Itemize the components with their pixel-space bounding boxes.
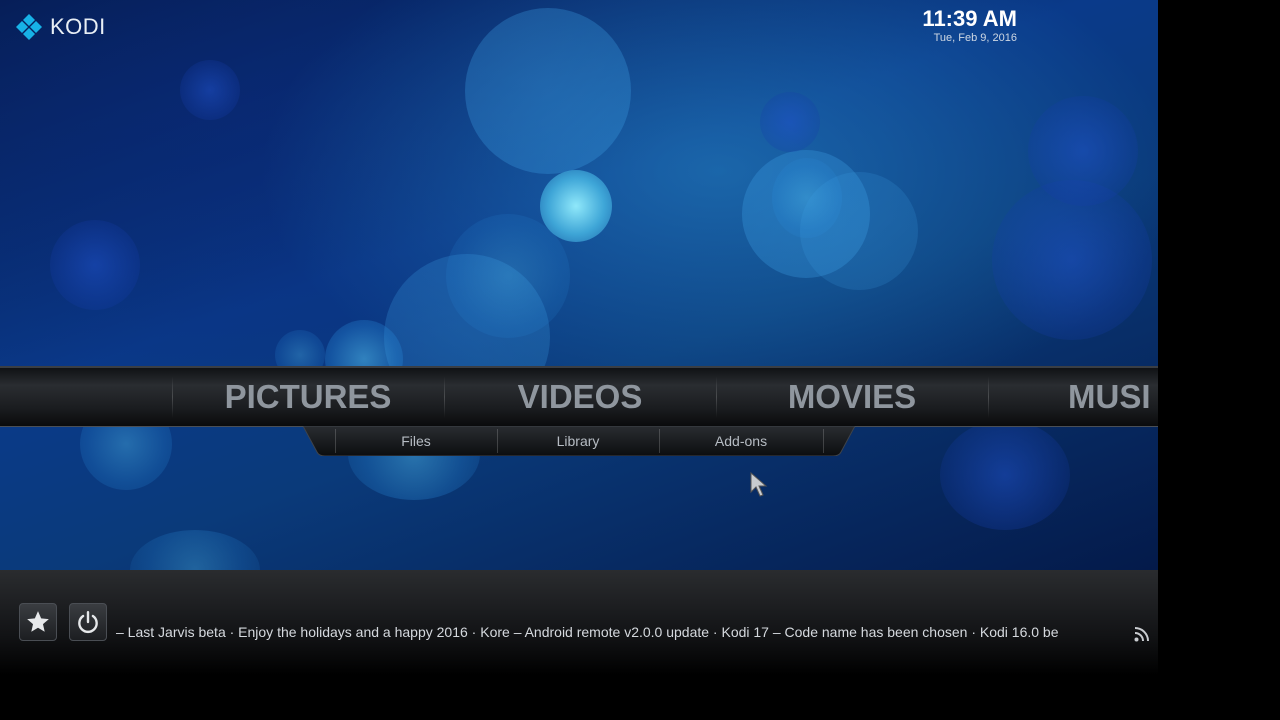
- rss-ticker[interactable]: – Last Jarvis beta · Enjoy the holidays …: [116, 623, 1130, 641]
- submenu-item-files[interactable]: Files: [335, 426, 497, 456]
- submenu-item-addons[interactable]: Add-ons: [659, 426, 823, 456]
- menu-item-music[interactable]: MUSI: [1068, 368, 1151, 426]
- kodi-logo-text: KODI: [50, 14, 106, 39]
- menu-item-movies[interactable]: MOVIES: [716, 368, 988, 426]
- clock-time: 11:39 AM: [922, 6, 1017, 31]
- background-wallpaper: [0, 0, 1158, 570]
- submenu: Files Library Add-ons: [303, 426, 855, 456]
- clock-date: Tue, Feb 9, 2016: [933, 32, 1017, 44]
- footer-bar: [0, 570, 1158, 720]
- main-menu-bar: PICTURES VIDEOS MOVIES MUSI: [0, 366, 1158, 427]
- kodi-logo-icon: [16, 14, 42, 40]
- menu-separator: [988, 376, 989, 418]
- menu-item-pictures[interactable]: PICTURES: [172, 368, 444, 426]
- star-icon: [27, 611, 49, 632]
- submenu-item-library[interactable]: Library: [497, 426, 659, 456]
- kodi-logo: KODI: [14, 12, 106, 42]
- favourites-button[interactable]: [19, 603, 57, 641]
- clock: 11:39 AM Tue, Feb 9, 2016: [922, 6, 1017, 44]
- menu-item-videos[interactable]: VIDEOS: [444, 368, 716, 426]
- rss-icon: [1134, 627, 1149, 642]
- power-icon: [78, 611, 98, 634]
- mouse-pointer-icon: [750, 472, 768, 497]
- power-button[interactable]: [69, 603, 107, 641]
- kodi-screen: KODI 11:39 AM Tue, Feb 9, 2016 PICTURES …: [0, 0, 1158, 720]
- submenu-separator: [823, 429, 824, 453]
